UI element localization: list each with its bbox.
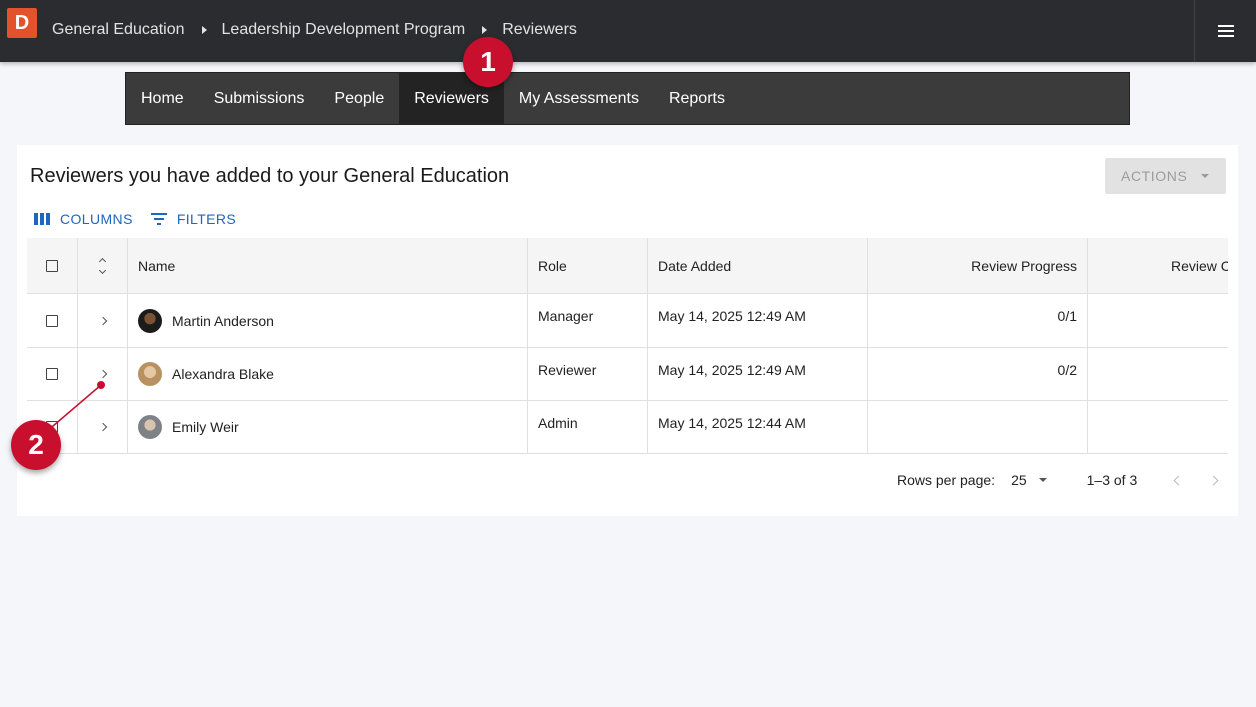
- header-review-c[interactable]: Review C: [1087, 238, 1228, 293]
- chevron-left-icon[interactable]: [1173, 475, 1184, 485]
- hamburger-menu-icon[interactable]: [1218, 25, 1234, 37]
- select-all-cell: [27, 238, 77, 293]
- avatar: [138, 308, 162, 333]
- row-role: Reviewer: [527, 348, 647, 400]
- chevron-right-icon[interactable]: [98, 422, 107, 432]
- filters-button-label: FILTERS: [176, 211, 237, 227]
- row-expand-cell: [77, 348, 127, 400]
- breadcrumb-item-program[interactable]: Leadership Development Program: [222, 21, 466, 39]
- tab-reports[interactable]: Reports: [654, 73, 740, 124]
- expand-all-cell: [77, 238, 127, 293]
- row-select-cell: [27, 348, 77, 400]
- avatar: [138, 415, 162, 439]
- actions-button-label: ACTIONS: [1121, 168, 1188, 184]
- row-date-added: May 14, 2025 12:44 AM: [647, 401, 867, 453]
- header-role[interactable]: Role: [527, 238, 647, 293]
- row-review-c: [1087, 294, 1228, 347]
- chevron-right-icon[interactable]: [98, 369, 107, 379]
- tab-my-assessments[interactable]: My Assessments: [504, 73, 654, 124]
- caret-down-icon: [1038, 478, 1047, 482]
- breadcrumb-separator-icon: [201, 26, 207, 34]
- reviewer-name: Martin Anderson: [172, 312, 274, 329]
- pagination: Rows per page: 25 1–3 of 3: [897, 463, 1219, 497]
- row-checkbox[interactable]: [46, 314, 58, 327]
- reviewer-name: Alexandra Blake: [172, 366, 274, 382]
- row-review-c: [1087, 348, 1228, 400]
- row-expand-cell: [77, 401, 127, 453]
- annotation-badge-2: 2: [11, 420, 61, 470]
- annotation-badge-1: 1: [463, 37, 513, 87]
- header-date-added[interactable]: Date Added: [647, 238, 867, 293]
- table-row[interactable]: Emily Weir Admin May 14, 2025 12:44 AM: [27, 401, 1228, 454]
- reviewers-table: Name Role Date Added Review Progress Rev…: [27, 238, 1228, 454]
- header-review-progress[interactable]: Review Progress: [867, 238, 1087, 293]
- tab-people[interactable]: People: [319, 73, 399, 124]
- filter-icon: [150, 213, 167, 225]
- row-review-progress: [867, 401, 1087, 453]
- reviewers-card: Reviewers you have added to your General…: [17, 145, 1238, 516]
- rows-per-page-select[interactable]: 25: [1011, 472, 1047, 488]
- grid-toolbar: COLUMNS FILTERS: [34, 211, 254, 227]
- columns-button[interactable]: COLUMNS: [34, 211, 133, 227]
- app-logo[interactable]: D: [7, 8, 37, 38]
- columns-icon: [34, 213, 50, 225]
- reviewer-name: Emily Weir: [172, 419, 239, 435]
- breadcrumb-item-program-group[interactable]: General Education: [52, 21, 185, 39]
- rows-per-page-label: Rows per page:: [897, 472, 996, 488]
- select-all-checkbox[interactable]: [46, 259, 58, 272]
- breadcrumb-item-current: Reviewers: [502, 21, 577, 38]
- main-nav: Home Submissions People Reviewers My Ass…: [125, 72, 1130, 125]
- table-header-row: Name Role Date Added Review Progress Rev…: [27, 238, 1228, 294]
- top-bar: D General Education Leadership Developme…: [0, 0, 1256, 62]
- avatar: [138, 362, 162, 386]
- row-name-cell: Martin Anderson: [127, 294, 527, 347]
- row-date-added: May 14, 2025 12:49 AM: [647, 348, 867, 400]
- caret-down-icon: [1201, 174, 1210, 178]
- expand-collapse-icon[interactable]: [98, 257, 107, 274]
- chevron-right-icon[interactable]: [98, 316, 107, 325]
- topbar-divider: [1194, 0, 1195, 62]
- columns-button-label: COLUMNS: [60, 211, 133, 227]
- breadcrumb-separator-icon: [482, 26, 488, 34]
- row-role: Manager: [527, 294, 647, 347]
- row-name-cell: Alexandra Blake: [127, 348, 527, 400]
- chevron-right-icon[interactable]: [1208, 475, 1219, 485]
- pagination-range: 1–3 of 3: [1086, 472, 1138, 488]
- row-checkbox[interactable]: [46, 368, 58, 380]
- row-expand-cell: [77, 294, 127, 347]
- row-name-cell: Emily Weir: [127, 401, 527, 453]
- row-select-cell: [27, 294, 77, 347]
- filters-button[interactable]: FILTERS: [150, 211, 237, 227]
- row-role: Admin: [527, 401, 647, 453]
- row-review-progress: 0/2: [867, 348, 1087, 400]
- rows-per-page-value: 25: [1011, 472, 1027, 488]
- row-review-progress: 0/1: [867, 294, 1087, 347]
- table-row[interactable]: Martin Anderson Manager May 14, 2025 12:…: [27, 294, 1228, 348]
- row-date-added: May 14, 2025 12:49 AM: [647, 294, 867, 347]
- page-title: Reviewers you have added to your General…: [30, 165, 510, 187]
- tab-submissions[interactable]: Submissions: [199, 73, 320, 124]
- tab-home[interactable]: Home: [126, 73, 199, 124]
- actions-button[interactable]: ACTIONS: [1105, 158, 1226, 194]
- row-review-c: [1087, 401, 1228, 453]
- header-name[interactable]: Name: [127, 238, 527, 293]
- table-row[interactable]: Alexandra Blake Reviewer May 14, 2025 12…: [27, 348, 1228, 401]
